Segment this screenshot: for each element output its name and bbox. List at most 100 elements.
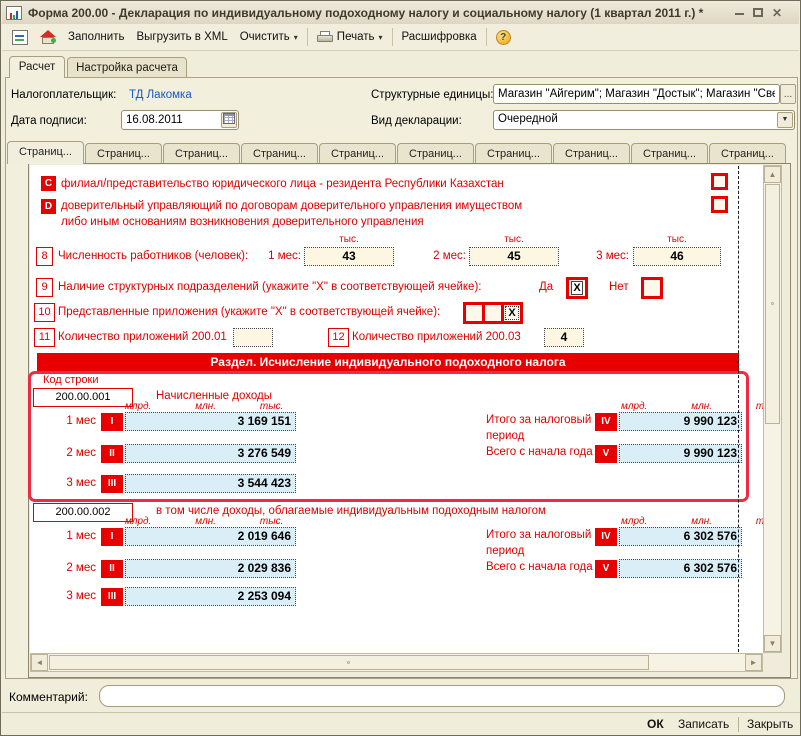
block2-m3-field[interactable]: 2 253 094: [125, 587, 296, 606]
row-d-label-line2: либо иным основаниям возникновения довер…: [61, 216, 424, 228]
block2-m2-field[interactable]: 2 029 836: [125, 559, 296, 578]
page-tab-7[interactable]: Страниц...: [475, 143, 552, 163]
declaration-type-combo[interactable]: Очередной: [493, 110, 795, 130]
block2-ytd-field[interactable]: 6 302 576: [619, 559, 742, 578]
footer-separator: [738, 717, 739, 732]
scroll-up-button[interactable]: ▲: [764, 166, 781, 183]
horizontal-scroll-thumb[interactable]: [49, 655, 649, 670]
page-tab-label: Страниц...: [409, 148, 462, 160]
save-button[interactable]: Записать: [674, 715, 733, 733]
calendar-icon: [223, 113, 235, 124]
block1-m1-field[interactable]: 3 169 151: [125, 412, 296, 431]
row-c-checkbox[interactable]: [711, 173, 728, 190]
block2-unit-header-right: млрд. млн. тыс.: [621, 516, 779, 527]
row8-m2-field[interactable]: 45: [469, 247, 559, 266]
page-tab-6[interactable]: Страниц...: [397, 143, 474, 163]
row8-label: Численность работников (человек):: [58, 250, 248, 262]
maximize-button[interactable]: [750, 6, 766, 21]
block1-unit-header-left: млрд. млн. тыс.: [125, 401, 283, 412]
block1-total-field[interactable]: 9 990 123: [619, 412, 742, 431]
roman-badge: IV: [595, 413, 617, 431]
block1-m3-field[interactable]: 3 544 423: [125, 474, 296, 493]
row12-field[interactable]: 4: [544, 328, 584, 347]
vertical-scroll-thumb[interactable]: [765, 184, 780, 424]
row11-field[interactable]: [233, 328, 273, 347]
page-tab-2[interactable]: Страниц...: [85, 143, 162, 163]
page-tab-label: Страниц...: [19, 146, 72, 158]
row-c-badge: C: [41, 176, 56, 191]
row10-cell-2[interactable]: [485, 305, 501, 321]
row8-m3-label: 3 мес:: [587, 250, 629, 262]
vertical-scrollbar[interactable]: ▲ ▼: [763, 165, 782, 653]
taxpayer-link[interactable]: ТД Лакомка: [129, 89, 192, 101]
tab-calc-label: Расчет: [19, 61, 56, 73]
decrypt-button[interactable]: Расшифровка: [396, 28, 483, 46]
row11-number: 11: [34, 328, 55, 347]
chevron-down-icon: ▾: [378, 33, 382, 42]
row9-yes-checkbox[interactable]: X: [566, 277, 588, 299]
decrypt-label: Расшифровка: [402, 31, 477, 43]
chevron-down-icon: ▾: [294, 33, 298, 42]
row-d-label-line1: доверительный управляющий по договорам д…: [61, 200, 522, 212]
page-tab-8[interactable]: Страниц...: [553, 143, 630, 163]
combo-dropdown-button[interactable]: ▼: [777, 112, 793, 128]
ok-button[interactable]: ОК: [643, 715, 668, 733]
fill-button[interactable]: Заполнить: [62, 28, 130, 46]
page-tab-9[interactable]: Страниц...: [631, 143, 708, 163]
close-button[interactable]: ✕: [769, 6, 785, 21]
comment-label: Комментарий:: [9, 690, 88, 704]
comment-input[interactable]: [99, 685, 785, 707]
page-tab-1[interactable]: Страниц...: [7, 141, 84, 164]
calendar-button[interactable]: [221, 112, 237, 128]
tab-calc[interactable]: Расчет: [9, 56, 65, 78]
row8-m1-field[interactable]: 43: [304, 247, 394, 266]
print-button[interactable]: Печать ▾: [311, 28, 389, 47]
row8-m2-label: 2 мес:: [424, 250, 466, 262]
row-d-checkbox[interactable]: [711, 196, 728, 213]
close-window-button[interactable]: Закрыть: [743, 715, 797, 733]
write-object-icon-button[interactable]: [6, 27, 34, 48]
scroll-left-button[interactable]: ◄: [31, 654, 48, 671]
row10-label: Представленные приложения (укажите "X" в…: [58, 306, 440, 318]
restore-values-icon-button[interactable]: [34, 27, 62, 47]
row8-unit-2: тыс.: [469, 234, 559, 245]
row10-cell-1[interactable]: [466, 305, 482, 321]
block1-unit-header-right: млрд. млн. тыс.: [621, 401, 779, 412]
page-tab-5[interactable]: Страниц...: [319, 143, 396, 163]
row8-unit-1: тыс.: [304, 234, 394, 245]
page-tab-4[interactable]: Страниц...: [241, 143, 318, 163]
row9-label: Наличие структурных подразделений (укажи…: [58, 281, 481, 293]
block1-m2-field[interactable]: 3 276 549: [125, 444, 296, 463]
row9-yes-label: Да: [539, 281, 553, 293]
toolbar: Заполнить Выгрузить в XML Очистить ▾ Печ…: [2, 24, 799, 51]
roman-badge: IV: [595, 528, 617, 546]
toolbar-separator: [392, 28, 393, 46]
block2-total-field[interactable]: 6 302 576: [619, 527, 742, 546]
units-input[interactable]: [493, 84, 780, 104]
row10-cell-3[interactable]: X: [504, 305, 520, 321]
footer-bar: ОК Записать Закрыть: [2, 712, 801, 736]
scroll-down-button[interactable]: ▼: [764, 635, 781, 652]
export-xml-button[interactable]: Выгрузить в XML: [130, 28, 233, 46]
block1-ytd-field[interactable]: 9 990 123: [619, 444, 742, 463]
row-c-label: филиал/представительство юридического ли…: [61, 178, 504, 190]
scroll-right-button[interactable]: ►: [745, 654, 762, 671]
total-label: Всего с начала года: [486, 561, 593, 573]
roman-badge: II: [101, 560, 123, 578]
page-tab-label: Страниц...: [565, 148, 618, 160]
minimize-button[interactable]: [731, 6, 747, 21]
thumb-grip: [347, 661, 350, 664]
page-tab-10[interactable]: Страниц...: [709, 143, 786, 163]
block2-m1-field[interactable]: 2 019 646: [125, 527, 296, 546]
units-ellipsis-button[interactable]: ...: [780, 84, 796, 104]
page-tab-label: Страниц...: [487, 148, 540, 160]
block2-code: 200.00.002: [33, 503, 133, 522]
page-tab-3[interactable]: Страниц...: [163, 143, 240, 163]
help-button[interactable]: ?: [490, 27, 517, 48]
row8-m3-field[interactable]: 46: [633, 247, 721, 266]
clear-button[interactable]: Очистить ▾: [234, 28, 304, 46]
horizontal-scrollbar[interactable]: ◄ ►: [30, 653, 763, 672]
tab-settings[interactable]: Настройка расчета: [67, 57, 187, 78]
row9-no-checkbox[interactable]: [641, 277, 663, 299]
help-icon: ?: [496, 30, 511, 45]
